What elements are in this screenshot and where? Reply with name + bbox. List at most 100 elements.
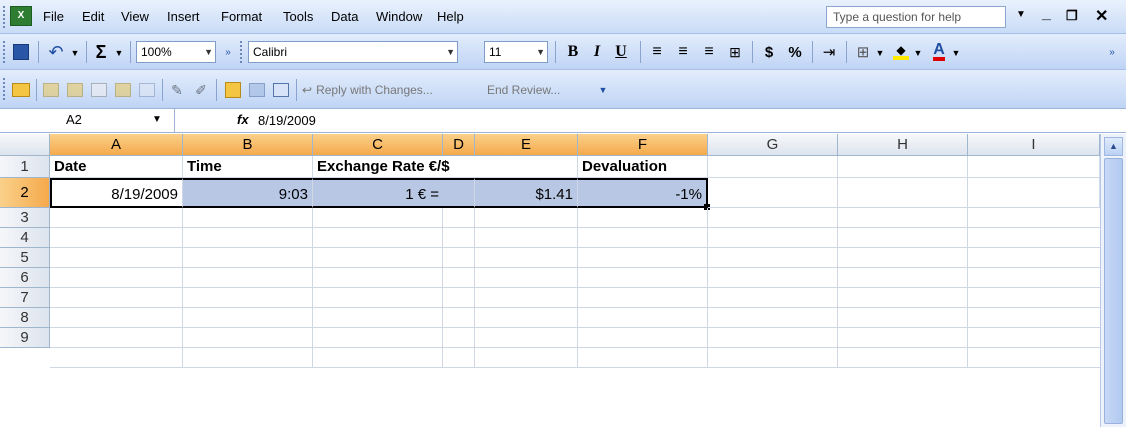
track-changes-icon[interactable] <box>222 78 244 102</box>
column-header-e[interactable]: E <box>475 134 578 156</box>
insert-function-icon[interactable]: fx <box>237 112 249 127</box>
scroll-thumb[interactable] <box>1104 158 1123 424</box>
menu-file[interactable]: File <box>43 9 64 24</box>
save-icon[interactable] <box>10 40 32 64</box>
font-color-dropdown-icon[interactable]: ▼ <box>950 41 962 65</box>
toolbar-grip[interactable] <box>3 41 8 63</box>
column-header-h[interactable]: H <box>838 134 968 156</box>
update-file-icon[interactable] <box>246 78 268 102</box>
percent-button[interactable]: % <box>784 40 806 64</box>
bold-button[interactable]: B <box>562 40 584 64</box>
reviewing-pane-icon[interactable] <box>270 78 292 102</box>
borders-icon[interactable]: ⊞ <box>852 40 874 64</box>
row-header-9[interactable]: 9 <box>0 328 50 348</box>
font-color-icon[interactable]: A <box>928 40 950 64</box>
menu-format[interactable]: Format <box>221 9 262 24</box>
align-center-icon[interactable]: ≡ <box>672 40 694 64</box>
toolbar-overflow-icon[interactable]: » <box>1104 40 1120 64</box>
toolbar-options-icon[interactable]: » <box>222 40 234 64</box>
cell-b2[interactable]: 9:03 <box>183 178 313 208</box>
currency-button[interactable]: $ <box>758 40 780 64</box>
row-header-6[interactable]: 6 <box>0 268 50 288</box>
next-comment-icon[interactable] <box>64 78 86 102</box>
formula-input[interactable]: 8/19/2009 <box>258 113 316 128</box>
menu-data[interactable]: Data <box>331 9 358 24</box>
menu-grip[interactable] <box>3 6 8 28</box>
scroll-up-icon[interactable]: ▲ <box>1104 137 1123 156</box>
column-header-a[interactable]: A <box>50 134 183 156</box>
new-comment-icon[interactable] <box>10 78 32 102</box>
cell-c2[interactable]: 1 € = <box>313 178 443 208</box>
reply-with-changes-button[interactable]: ↩ Reply with Changes... <box>302 78 433 102</box>
cell-d1[interactable] <box>443 156 475 178</box>
font-size-dropdown[interactable]: 11 ▼ <box>484 41 548 63</box>
column-header-b[interactable]: B <box>183 134 313 156</box>
menu-insert[interactable]: Insert <box>167 9 200 24</box>
minimize-icon[interactable]: _ <box>1042 5 1051 23</box>
vertical-scrollbar[interactable]: ▲ <box>1100 134 1126 427</box>
column-header-i[interactable]: I <box>968 134 1100 156</box>
align-right-icon[interactable]: ≡ <box>698 40 720 64</box>
autosum-icon[interactable]: Σ <box>90 40 112 64</box>
review-toolbar-grip[interactable] <box>3 78 8 100</box>
row-header-8[interactable]: 8 <box>0 308 50 328</box>
menu-tools[interactable]: Tools <box>283 9 313 24</box>
row-header-4[interactable]: 4 <box>0 228 50 248</box>
cell-g2[interactable] <box>708 178 838 208</box>
fill-color-icon[interactable]: ◆ <box>890 40 912 64</box>
review-toolbar-options-icon[interactable]: ▼ <box>596 78 610 102</box>
close-icon[interactable]: ✕ <box>1095 6 1108 26</box>
underline-button[interactable]: U <box>610 40 632 64</box>
empty-cells-area[interactable] <box>50 208 1100 368</box>
row-header-5[interactable]: 5 <box>0 248 50 268</box>
cell-i2[interactable] <box>968 178 1100 208</box>
help-dropdown-icon[interactable]: ▼ <box>1016 9 1026 20</box>
show-all-comments-icon[interactable] <box>112 78 134 102</box>
cell-h1[interactable] <box>838 156 968 178</box>
cell-f2[interactable]: -1% <box>578 178 708 208</box>
show-comment-icon[interactable] <box>88 78 110 102</box>
delete-comment-icon[interactable] <box>136 78 158 102</box>
menu-window[interactable]: Window <box>376 9 422 24</box>
toolbar2-grip[interactable] <box>240 41 245 63</box>
row-header-1[interactable]: 1 <box>0 156 50 178</box>
borders-dropdown-icon[interactable]: ▼ <box>874 41 886 65</box>
zoom-dropdown[interactable]: 100% ▼ <box>136 41 216 63</box>
cell-f1[interactable]: Devaluation <box>578 156 708 178</box>
undo-icon[interactable]: ↶ <box>44 40 68 64</box>
delete-ink-icon[interactable]: ✐ <box>190 78 212 102</box>
cell-e1[interactable] <box>475 156 578 178</box>
row-header-7[interactable]: 7 <box>0 288 50 308</box>
column-header-f[interactable]: F <box>578 134 708 156</box>
italic-button[interactable]: I <box>586 40 608 64</box>
cell-i1[interactable] <box>968 156 1100 178</box>
end-review-button[interactable]: End Review... <box>487 78 560 102</box>
cell-c1[interactable]: Exchange Rate €/$ <box>313 156 450 178</box>
font-dropdown[interactable]: Calibri ▼ <box>248 41 458 63</box>
previous-comment-icon[interactable] <box>40 78 62 102</box>
column-header-g[interactable]: G <box>708 134 838 156</box>
align-left-icon[interactable]: ≡ <box>646 40 668 64</box>
cell-a2-active[interactable]: 8/19/2009 <box>50 178 183 208</box>
cell-e2[interactable]: $1.41 <box>475 178 578 208</box>
autosum-dropdown-icon[interactable]: ▼ <box>112 41 126 65</box>
column-header-c[interactable]: C <box>313 134 443 156</box>
name-box-dropdown-icon[interactable]: ▼ <box>152 114 162 125</box>
name-box[interactable]: A2 <box>0 109 175 132</box>
cell-d2[interactable] <box>443 178 475 208</box>
row-header-3[interactable]: 3 <box>0 208 50 228</box>
cell-g1[interactable] <box>708 156 838 178</box>
cell-a1[interactable]: Date <box>50 156 183 178</box>
row-header-2[interactable]: 2 <box>0 178 50 208</box>
select-all-corner[interactable] <box>0 134 50 156</box>
merge-center-icon[interactable]: ⊞ <box>724 40 746 64</box>
restore-icon[interactable]: ❐ <box>1066 8 1078 24</box>
menu-edit[interactable]: Edit <box>82 9 104 24</box>
fill-color-dropdown-icon[interactable]: ▼ <box>912 41 924 65</box>
menu-help[interactable]: Help <box>437 9 464 24</box>
menu-view[interactable]: View <box>121 9 149 24</box>
column-header-d[interactable]: D <box>443 134 475 156</box>
cell-b1[interactable]: Time <box>183 156 313 178</box>
undo-dropdown-icon[interactable]: ▼ <box>68 41 82 65</box>
indent-icon[interactable]: ⇥ <box>818 40 840 64</box>
